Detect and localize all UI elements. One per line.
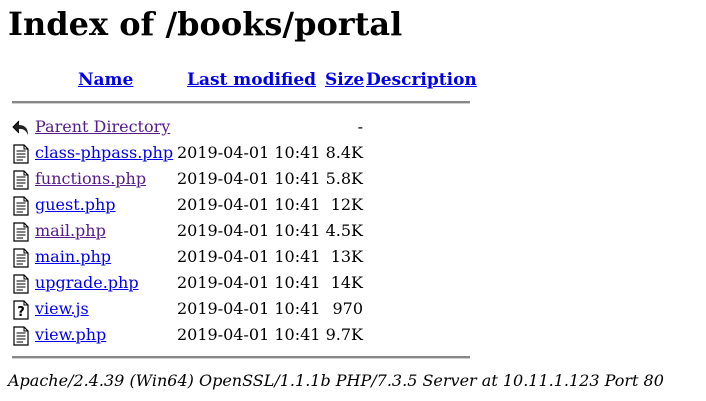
header-divider (12, 101, 470, 104)
text-file-icon (13, 170, 29, 190)
file-row: guest.php 2019-04-01 10:41 12K (0, 192, 706, 218)
column-header-size[interactable]: Size (325, 68, 364, 92)
directory-listing-page: Index of /books/portal Name Last modifie… (0, 0, 706, 401)
text-file-icon (13, 248, 29, 268)
file-row: mail.php 2019-04-01 10:41 4.5K (0, 218, 706, 244)
text-file-icon (13, 196, 29, 216)
text-file-icon (13, 144, 29, 164)
sort-by-name-link[interactable]: Name (78, 70, 133, 90)
file-row: class-phpass.php 2019-04-01 10:41 8.4K (0, 140, 706, 166)
page-title: Index of /books/portal (8, 5, 403, 43)
file-row: ? view.js 2019-04-01 10:41 970 (0, 296, 706, 322)
file-size: 13K (330, 247, 363, 266)
file-link[interactable]: main.php (35, 244, 111, 270)
file-last-modified: 2019-04-01 10:41 (177, 299, 321, 318)
text-file-icon (13, 274, 29, 294)
column-header-description[interactable]: Description (366, 68, 477, 92)
svg-text:?: ? (17, 305, 25, 320)
file-link[interactable]: functions.php (35, 166, 146, 192)
file-size: 14K (330, 273, 363, 292)
file-row: main.php 2019-04-01 10:41 13K (0, 244, 706, 270)
text-file-icon (13, 222, 29, 242)
parent-directory-size: - (357, 117, 363, 136)
file-link[interactable]: guest.php (35, 192, 116, 218)
unknown-file-icon: ? (13, 300, 29, 320)
file-link[interactable]: view.php (35, 322, 106, 348)
parent-directory-row: Parent Directory - (0, 114, 706, 140)
file-last-modified: 2019-04-01 10:41 (177, 247, 321, 266)
file-last-modified: 2019-04-01 10:41 (177, 195, 321, 214)
file-row: upgrade.php 2019-04-01 10:41 14K (0, 270, 706, 296)
file-last-modified: 2019-04-01 10:41 (177, 273, 321, 292)
file-last-modified: 2019-04-01 10:41 (177, 221, 321, 240)
text-file-icon (13, 326, 29, 346)
parent-directory-link[interactable]: Parent Directory (35, 114, 170, 140)
back-arrow-icon (12, 120, 28, 135)
server-signature: Apache/2.4.39 (Win64) OpenSSL/1.1.1b PHP… (8, 371, 664, 390)
file-size: 970 (332, 299, 363, 318)
file-link[interactable]: view.js (35, 296, 89, 322)
file-size: 4.5K (325, 221, 363, 240)
file-last-modified: 2019-04-01 10:41 (177, 143, 321, 162)
file-last-modified: 2019-04-01 10:41 (177, 169, 321, 188)
file-size: 9.7K (325, 325, 363, 344)
file-link[interactable]: mail.php (35, 218, 106, 244)
file-size: 5.8K (325, 169, 363, 188)
file-link[interactable]: class-phpass.php (35, 140, 173, 166)
file-row: functions.php 2019-04-01 10:41 5.8K (0, 166, 706, 192)
file-link[interactable]: upgrade.php (35, 270, 139, 296)
sort-by-size-link[interactable]: Size (325, 70, 364, 90)
footer-divider (12, 356, 470, 359)
file-size: 12K (330, 195, 363, 214)
column-header-last-modified[interactable]: Last modified (187, 68, 316, 92)
file-size: 8.4K (325, 143, 363, 162)
column-header-name[interactable]: Name (78, 68, 133, 92)
file-row: view.php 2019-04-01 10:41 9.7K (0, 322, 706, 348)
file-last-modified: 2019-04-01 10:41 (177, 325, 321, 344)
sort-by-description-link[interactable]: Description (366, 70, 477, 90)
sort-by-last-modified-link[interactable]: Last modified (187, 70, 316, 90)
